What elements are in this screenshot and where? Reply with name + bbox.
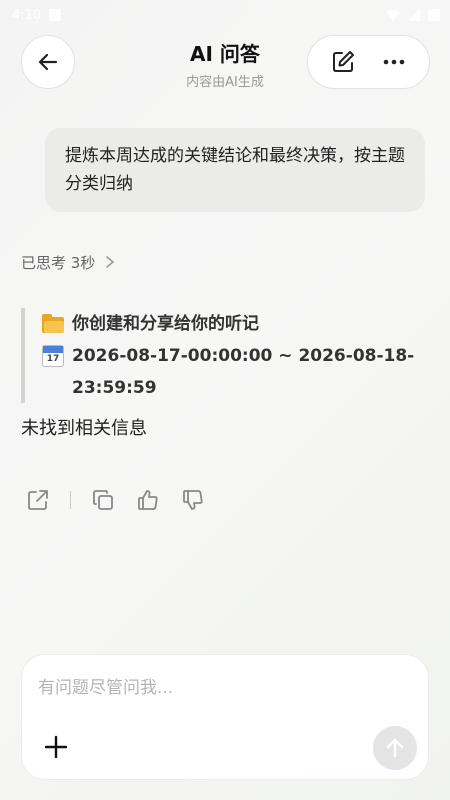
page-title: AI 问答 xyxy=(190,42,260,66)
composer xyxy=(21,654,429,780)
user-message-bubble: 提炼本周达成的关键结论和最终决策，按主题分类归纳 xyxy=(45,128,425,212)
battery-icon xyxy=(428,9,440,21)
date-range: 2026-08-17-00:00:00 ~ 2026-08-18-23:59:5… xyxy=(72,346,415,398)
thumbs-up-icon xyxy=(138,490,158,510)
header: AI 问答 内容由AI生成 xyxy=(0,30,450,100)
edit-button[interactable] xyxy=(325,44,361,80)
folder-icon xyxy=(42,314,64,333)
title-block: AI 问答 内容由AI生成 xyxy=(150,38,300,90)
thinking-toggle[interactable]: 已思考 3秒 xyxy=(21,251,115,273)
answer-text: 未找到相关信息 xyxy=(21,418,147,439)
add-attachment-button[interactable] xyxy=(40,731,72,763)
page-subtitle: 内容由AI生成 xyxy=(186,75,264,90)
signal-icon xyxy=(408,9,420,21)
more-icon xyxy=(383,59,405,65)
feedback-divider xyxy=(70,491,71,509)
arrow-up-icon xyxy=(386,738,404,758)
send-button[interactable] xyxy=(373,726,417,770)
calendar-icon: 17 xyxy=(42,345,64,367)
source-label: 你创建和分享给你的听记 xyxy=(72,314,259,334)
plus-icon xyxy=(44,735,68,759)
thumbs-down-button[interactable] xyxy=(179,486,207,514)
status-time: 4:10 xyxy=(12,7,42,23)
date-range-line: 17 2026-08-17-00:00:00 ~ 2026-08-18-23:5… xyxy=(42,340,421,404)
thumbs-down-icon xyxy=(183,490,203,510)
more-button[interactable] xyxy=(376,44,412,80)
thinking-label: 已思考 3秒 xyxy=(21,253,96,272)
share-button[interactable] xyxy=(24,486,52,514)
search-scope-quote: 你创建和分享给你的听记 17 2026-08-17-00:00:00 ~ 202… xyxy=(21,308,421,403)
feedback-bar xyxy=(24,486,207,514)
wifi-icon xyxy=(386,9,400,21)
share-icon xyxy=(28,490,48,510)
question-input[interactable] xyxy=(38,673,408,703)
back-button[interactable] xyxy=(21,35,75,89)
back-arrow-icon xyxy=(38,53,58,71)
header-actions xyxy=(307,35,430,89)
chevron-right-icon xyxy=(106,256,115,268)
source-line: 你创建和分享给你的听记 xyxy=(42,308,421,340)
edit-icon xyxy=(333,51,355,72)
notification-icon xyxy=(49,9,62,21)
copy-icon xyxy=(93,490,113,510)
copy-button[interactable] xyxy=(89,486,117,514)
status-bar: 4:10 xyxy=(0,0,450,30)
thumbs-up-button[interactable] xyxy=(134,486,162,514)
